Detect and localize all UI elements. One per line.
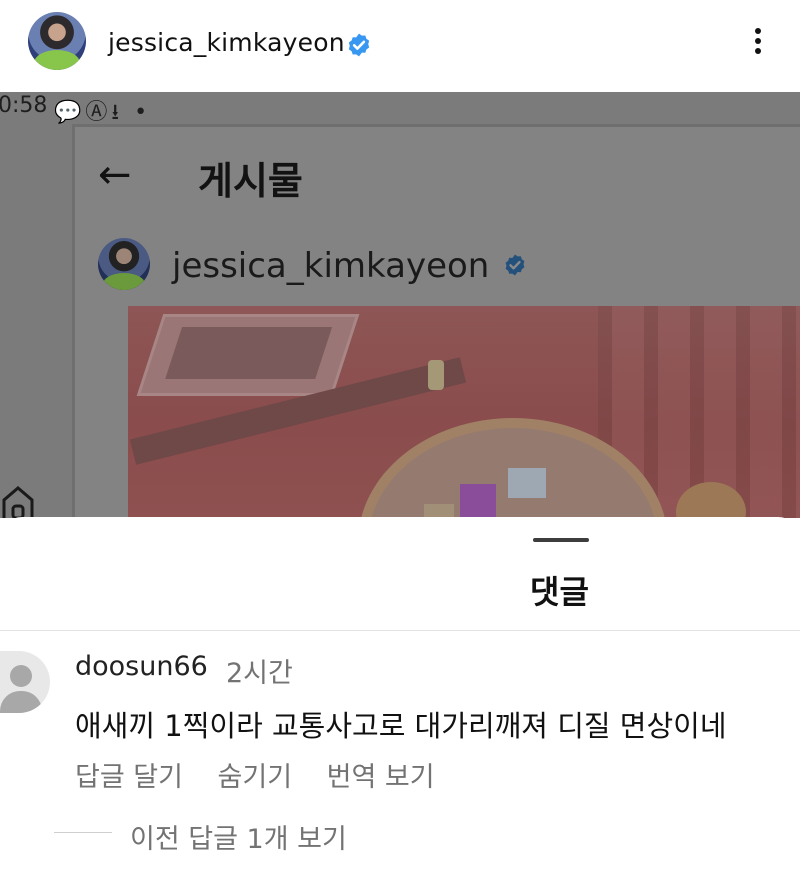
post-header: jessica_kimkayeon [0, 0, 800, 92]
translate-button[interactable]: 번역 보기 [327, 762, 435, 793]
drag-handle[interactable] [533, 538, 589, 542]
comment-actions: 답글 달기 숨기기 번역 보기 [75, 755, 461, 794]
status-time: 0:58 [0, 93, 48, 118]
post-photo [128, 306, 800, 518]
hide-button[interactable]: 숨기기 [218, 762, 293, 793]
profile-avatar[interactable] [28, 12, 86, 70]
comments-sheet: 댓글 doosun66 2시간 애새끼 1찍이라 교통사고로 대가리깨져 디질 … [0, 517, 800, 879]
home-icon [2, 486, 34, 518]
verified-badge-icon [348, 33, 370, 57]
comment-username[interactable]: doosun66 [75, 651, 208, 682]
back-arrow-icon: ← [98, 152, 132, 198]
inner-avatar [98, 238, 150, 290]
inner-username: jessica_kimkayeon [172, 246, 490, 286]
commenter-avatar[interactable] [0, 651, 50, 713]
replies-divider-line [54, 832, 112, 833]
divider [0, 630, 800, 631]
inner-page-title: 게시물 [198, 159, 303, 203]
comment-text: 애새끼 1찍이라 교통사고로 대가리깨져 디질 면상이네 [75, 709, 727, 743]
comment-timestamp: 2시간 [226, 658, 293, 689]
inner-verified-badge-icon [505, 254, 525, 276]
view-previous-replies-button[interactable]: 이전 답글 1개 보기 [130, 817, 347, 856]
embedded-post-screenshot: 0:58 💬Ⓐ⭳ • ← 게시물 jessica_kimkayeon [0, 92, 800, 518]
status-bar: 0:58 💬Ⓐ⭳ • [0, 92, 800, 125]
sheet-title: 댓글 [530, 573, 589, 611]
kebab-icon[interactable] [744, 24, 772, 60]
header-username[interactable]: jessica_kimkayeon [108, 28, 345, 57]
reply-button[interactable]: 답글 달기 [75, 762, 183, 793]
